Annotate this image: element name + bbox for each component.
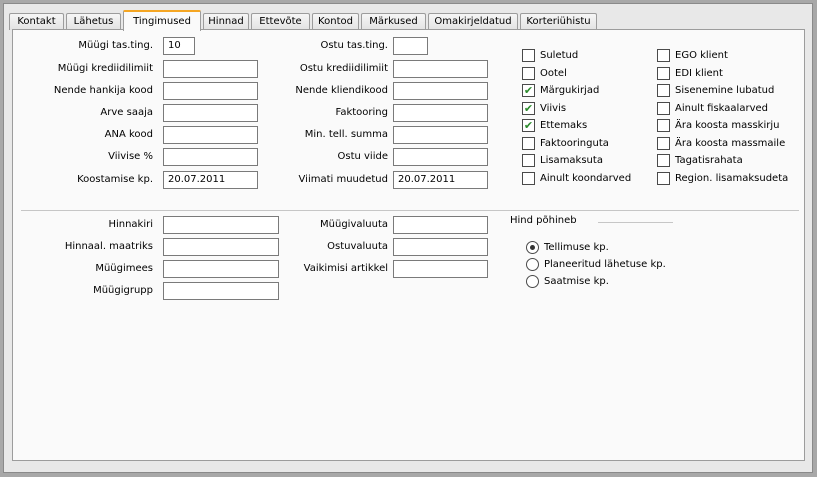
checkbox-suletud[interactable] xyxy=(522,49,535,62)
field-ana-kood[interactable] xyxy=(163,126,258,144)
checkbox-ettemaks[interactable]: ✔ xyxy=(522,119,535,132)
field-nende-kliendikood[interactable] xyxy=(393,82,488,100)
label-nende-hankija-kood: Nende hankija kood xyxy=(53,85,153,96)
field-arve-saaja[interactable] xyxy=(163,104,258,122)
field-hinnaal-maatriks[interactable] xyxy=(163,238,279,256)
tab-ettevote[interactable]: Ettevõte xyxy=(251,13,310,30)
tab-omakirjeldatud[interactable]: Omakirjeldatud xyxy=(428,13,518,30)
terms-panel: Hind põhineb Müügi tas.ting. 10 Müügi kred… xyxy=(12,29,805,461)
tab-lahetus[interactable]: Lähetus xyxy=(66,13,121,30)
label-viivise: Viivise % xyxy=(108,151,153,162)
tab-hinnad[interactable]: Hinnad xyxy=(203,13,249,30)
label-muugigrupp: Müügigrupp xyxy=(93,285,153,296)
radio-planeeritud-lahetuse-kp[interactable] xyxy=(526,258,539,271)
section-separator xyxy=(21,210,799,211)
checkbox-label-ainult-fiskaalarved: Ainult fiskaalarved xyxy=(675,103,768,114)
label-muugivaluuta: Müügivaluuta xyxy=(320,219,388,230)
field-faktooring[interactable] xyxy=(393,104,488,122)
checkbox-label-region-lisamaksudeta: Region. lisamaksudeta xyxy=(675,173,789,184)
label-muugi-krediidilimiit: Müügi krediidilimiit xyxy=(57,63,153,74)
tab-tingimused[interactable]: Tingimused xyxy=(123,10,201,31)
checkbox-lisamaksuta[interactable] xyxy=(522,154,535,167)
label-vaikimisi-artikkel: Vaikimisi artikkel xyxy=(303,263,388,274)
checkbox-label-margukirjad: Märgukirjad xyxy=(540,85,600,96)
label-nende-kliendikood: Nende kliendikood xyxy=(295,85,388,96)
checkbox-region-lisamaksudeta[interactable] xyxy=(657,172,670,185)
tab-markused[interactable]: Märkused xyxy=(361,13,426,30)
checkbox-label-sisenemine-lubatud: Sisenemine lubatud xyxy=(675,85,775,96)
tab-korteriuhistu[interactable]: Korteriühistu xyxy=(520,13,597,30)
label-ostu-viide: Ostu viide xyxy=(337,151,389,162)
checkbox-faktooringuta[interactable] xyxy=(522,137,535,150)
contact-window: Kontakt Lähetus Tingimused Hinnad Ettevõte Ko… xyxy=(3,3,813,473)
checkbox-label-ara-koosta-masskirju: Ära koosta masskirju xyxy=(675,120,780,131)
field-viimati-muudetud[interactable]: 20.07.2011 xyxy=(393,171,488,189)
checkbox-label-edi-klient: EDI klient xyxy=(675,68,723,79)
checkbox-label-ego-klient: EGO klient xyxy=(675,50,728,61)
radio-label-tellimuse-kp: Tellimuse kp. xyxy=(544,242,609,253)
checkmark-icon: ✔ xyxy=(523,84,534,97)
price-basis-title: Hind põhineb xyxy=(510,215,577,226)
label-hinnaal-maatriks: Hinnaal. maatriks xyxy=(64,241,153,252)
field-min-tell-summa[interactable] xyxy=(393,126,488,144)
field-koostamise-kp[interactable]: 20.07.2011 xyxy=(163,171,258,189)
checkbox-margukirjad[interactable]: ✔ xyxy=(522,84,535,97)
field-ostu-viide[interactable] xyxy=(393,148,488,166)
checkbox-label-ootel: Ootel xyxy=(540,68,567,79)
checkmark-icon: ✔ xyxy=(523,102,534,115)
radio-selected-dot xyxy=(530,245,535,250)
label-faktooring: Faktooring xyxy=(335,107,389,118)
field-hinnakiri[interactable] xyxy=(163,216,279,234)
label-muugi-tas-ting: Müügi tas.ting. xyxy=(78,40,153,51)
checkbox-label-lisamaksuta: Lisamaksuta xyxy=(540,155,603,166)
checkbox-sisenemine-lubatud[interactable] xyxy=(657,84,670,97)
field-muugimees[interactable] xyxy=(163,260,279,278)
checkbox-ego-klient[interactable] xyxy=(657,49,670,62)
field-viivise[interactable] xyxy=(163,148,258,166)
label-ostuvaluuta: Ostuvaluuta xyxy=(327,241,388,252)
checkbox-tagatisrahata[interactable] xyxy=(657,154,670,167)
label-hinnakiri: Hinnakiri xyxy=(108,219,153,230)
checkbox-viivis[interactable]: ✔ xyxy=(522,102,535,115)
radio-saatmise-kp[interactable] xyxy=(526,275,539,288)
label-koostamise-kp: Koostamise kp. xyxy=(77,174,153,185)
checkbox-ainult-fiskaalarved[interactable] xyxy=(657,102,670,115)
field-nende-hankija-kood[interactable] xyxy=(163,82,258,100)
checkbox-ainult-koondarved[interactable] xyxy=(522,172,535,185)
checkbox-label-faktooringuta: Faktooringuta xyxy=(540,138,609,149)
label-viimati-muudetud: Viimati muudetud xyxy=(298,174,388,185)
checkbox-label-ara-koosta-massmaile: Ära koosta massmaile xyxy=(675,138,786,149)
label-arve-saaja: Arve saaja xyxy=(100,107,153,118)
radio-tellimuse-kp[interactable] xyxy=(526,241,539,254)
checkbox-ootel[interactable] xyxy=(522,67,535,80)
label-ostu-krediidilimiit: Ostu krediidilimiit xyxy=(299,63,388,74)
checkbox-label-viivis: Viivis xyxy=(540,103,567,114)
radio-label-saatmise-kp: Saatmise kp. xyxy=(544,276,609,287)
label-min-tell-summa: Min. tell. summa xyxy=(304,129,388,140)
checkbox-label-ainult-koondarved: Ainult koondarved xyxy=(540,173,632,184)
field-muugivaluuta[interactable] xyxy=(393,216,488,234)
field-muugi-krediidilimiit[interactable] xyxy=(163,60,258,78)
checkbox-label-tagatisrahata: Tagatisrahata xyxy=(675,155,743,166)
price-basis-group-line xyxy=(598,222,673,223)
radio-label-planeeritud-lahetuse-kp: Planeeritud lähetuse kp. xyxy=(544,259,666,270)
label-ana-kood: ANA kood xyxy=(104,129,153,140)
tab-kontakt[interactable]: Kontakt xyxy=(9,13,64,30)
tab-kontod[interactable]: Kontod xyxy=(312,13,359,30)
checkbox-ara-koosta-massmaile[interactable] xyxy=(657,137,670,150)
field-ostuvaluuta[interactable] xyxy=(393,238,488,256)
checkbox-edi-klient[interactable] xyxy=(657,67,670,80)
checkbox-label-ettemaks: Ettemaks xyxy=(540,120,588,131)
field-vaikimisi-artikkel[interactable] xyxy=(393,260,488,278)
label-ostu-tas-ting: Ostu tas.ting. xyxy=(320,40,388,51)
field-ostu-krediidilimiit[interactable] xyxy=(393,60,488,78)
field-muugi-tas-ting[interactable]: 10 xyxy=(163,37,195,55)
field-ostu-tas-ting[interactable] xyxy=(393,37,428,55)
checkbox-ara-koosta-masskirju[interactable] xyxy=(657,119,670,132)
checkbox-label-suletud: Suletud xyxy=(540,50,579,61)
label-muugimees: Müügimees xyxy=(95,263,153,274)
field-muugigrupp[interactable] xyxy=(163,282,279,300)
checkmark-icon: ✔ xyxy=(523,119,534,132)
